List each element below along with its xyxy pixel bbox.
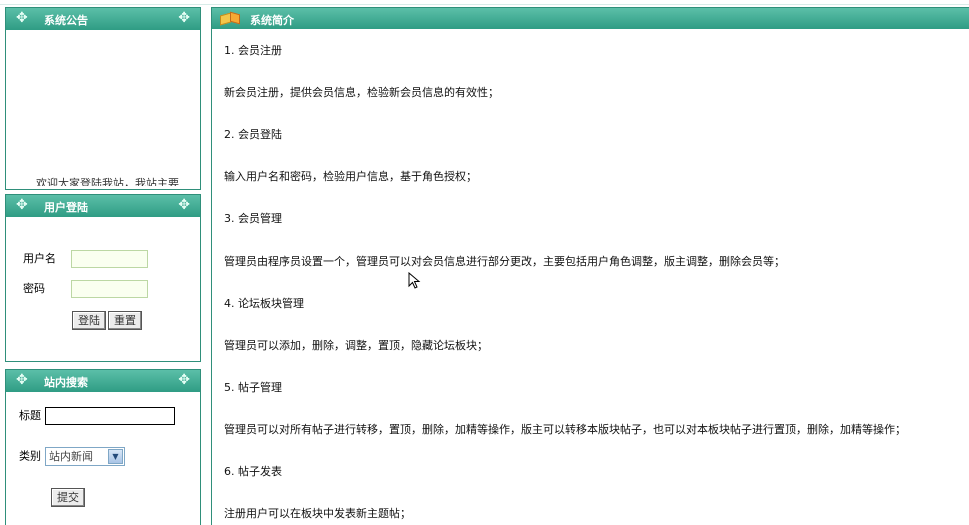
system-intro-title: 系统简介 bbox=[250, 14, 294, 27]
login-button[interactable]: 登陆 bbox=[72, 311, 106, 330]
intro-line: 6. 帖子发表 bbox=[224, 465, 282, 478]
login-panel: ✥ 用户登陆 ✥ 用户名 密码 登陆 重置 bbox=[5, 194, 201, 362]
password-input[interactable] bbox=[71, 280, 148, 298]
ornament-left-icon: ✥ bbox=[16, 197, 28, 213]
username-input[interactable] bbox=[71, 250, 148, 268]
mouse-cursor-icon bbox=[408, 272, 421, 289]
intro-line: 注册用户可以在板块中发表新主题帖； bbox=[224, 507, 411, 520]
announcement-title: 系统公告 bbox=[44, 14, 88, 27]
intro-line: 管理员由程序员设置一个，管理员可以对会员信息进行部分更改，主要包括用户角色调整，… bbox=[224, 255, 785, 268]
ornament-left-icon: ✥ bbox=[16, 10, 28, 26]
ornament-right-icon: ✥ bbox=[178, 372, 190, 388]
announcement-panel: ✥ 系统公告 ✥ 欢迎大家登陆我站，我站主要 bbox=[5, 7, 201, 190]
intro-line: 2. 会员登陆 bbox=[224, 128, 282, 141]
ornament-right-icon: ✥ bbox=[178, 197, 190, 213]
reset-button[interactable]: 重置 bbox=[108, 311, 142, 330]
submit-wrap: 提交 bbox=[51, 488, 87, 507]
ornament-left-icon: ✥ bbox=[16, 372, 28, 388]
username-row: 用户名 bbox=[23, 250, 148, 268]
login-buttons: 登陆 重置 bbox=[72, 311, 144, 330]
ornament-right-icon: ✥ bbox=[178, 10, 190, 26]
intro-line: 输入用户名和密码，检验用户信息，基于角色授权； bbox=[224, 170, 477, 183]
password-row: 密码 bbox=[23, 280, 148, 298]
intro-line: 管理员可以添加，删除，调整，置顶，隐藏论坛板块； bbox=[224, 339, 488, 352]
chevron-down-icon[interactable]: ▼ bbox=[108, 449, 123, 464]
password-label: 密码 bbox=[23, 282, 45, 295]
search-title-label: 标题 bbox=[19, 409, 41, 422]
system-intro-header: 系统简介 bbox=[212, 8, 969, 29]
search-panel: ✥ 站内搜索 ✥ 标题 类别 站内新闻 ▼ 提交 bbox=[5, 369, 201, 525]
announcement-marquee: 欢迎大家登陆我站，我站主要 bbox=[36, 177, 179, 186]
intro-line: 3. 会员管理 bbox=[224, 212, 282, 225]
login-title: 用户登陆 bbox=[44, 201, 88, 214]
intro-line: 新会员注册，提供会员信息，检验新会员信息的有效性； bbox=[224, 86, 499, 99]
username-label: 用户名 bbox=[23, 252, 56, 265]
search-title-row: 标题 bbox=[19, 407, 175, 425]
category-selected-value: 站内新闻 bbox=[49, 450, 93, 463]
intro-line: 管理员可以对所有帖子进行转移，置顶，删除，加精等操作，版主可以转移本版块帖子，也… bbox=[224, 423, 906, 436]
search-title: 站内搜索 bbox=[44, 376, 88, 389]
intro-line: 1. 会员注册 bbox=[224, 44, 282, 57]
announcement-header: ✥ 系统公告 ✥ bbox=[6, 8, 200, 30]
search-category-row: 类别 站内新闻 ▼ bbox=[19, 447, 125, 466]
intro-line: 4. 论坛板块管理 bbox=[224, 297, 304, 310]
category-select[interactable]: 站内新闻 ▼ bbox=[45, 447, 125, 466]
intro-line: 5. 帖子管理 bbox=[224, 381, 282, 394]
book-icon bbox=[218, 10, 242, 26]
search-header: ✥ 站内搜索 ✥ bbox=[6, 370, 200, 392]
system-intro-panel: 系统简介 1. 会员注册 新会员注册，提供会员信息，检验新会员信息的有效性； 2… bbox=[211, 7, 969, 525]
search-category-label: 类别 bbox=[19, 449, 41, 463]
submit-button[interactable]: 提交 bbox=[51, 488, 85, 507]
login-header: ✥ 用户登陆 ✥ bbox=[6, 195, 200, 217]
search-title-input[interactable] bbox=[45, 407, 175, 425]
top-banner-strip bbox=[0, 0, 969, 5]
